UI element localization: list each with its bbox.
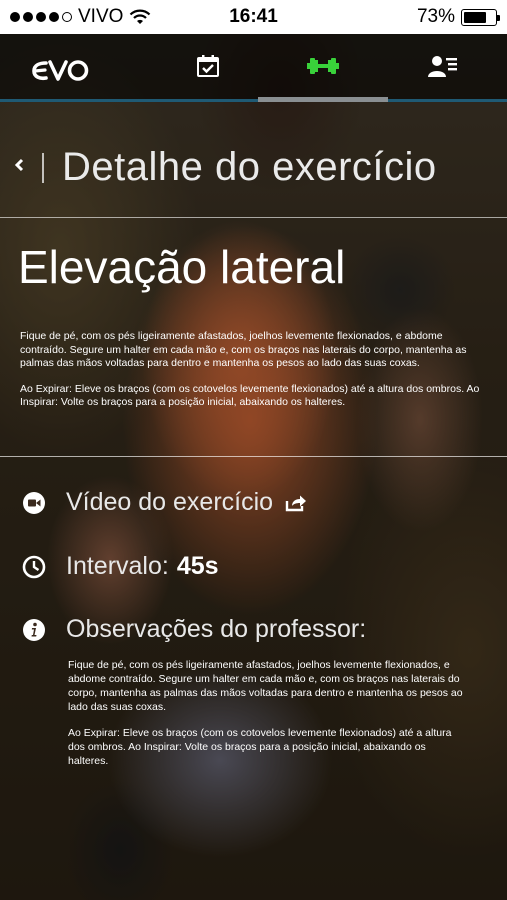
page-header: Detalhe do exercício [0, 118, 507, 218]
observations-text: Fique de pé, com os pés ligeiramente afa… [68, 658, 463, 780]
video-camera-icon [22, 491, 46, 515]
signal-dot [62, 12, 72, 22]
back-button[interactable] [14, 158, 38, 178]
battery-level [464, 11, 486, 23]
exercise-description: Fique de pé, com os pés ligeiramente afa… [20, 330, 485, 422]
signal-strength-icon [10, 12, 72, 22]
tab-workout[interactable] [258, 34, 388, 102]
interval-row: Intervalo: 45s [22, 552, 219, 581]
app-nav-bar [0, 34, 507, 102]
calendar-check-icon [196, 54, 220, 83]
tab-schedule[interactable] [143, 34, 273, 102]
video-label: Vídeo do exercício [66, 488, 274, 516]
clock: 16:41 [229, 6, 278, 27]
signal-dot [36, 12, 46, 22]
section-divider [0, 456, 507, 457]
page-title: Detalhe do exercício [62, 145, 437, 189]
header-separator [42, 152, 44, 183]
carrier-name: VIVO [78, 6, 124, 27]
share-icon[interactable] [285, 494, 307, 512]
signal-dot [10, 12, 20, 22]
battery-percent: 73% [416, 6, 455, 27]
observations-header: Observações do professor: [22, 615, 366, 644]
user-list-icon [428, 55, 458, 82]
description-paragraph: Fique de pé, com os pés ligeiramente afa… [20, 330, 467, 369]
battery-icon [461, 8, 500, 26]
dumbbell-icon [307, 56, 339, 81]
evo-logo[interactable] [30, 54, 92, 89]
interval-label: Intervalo: [66, 552, 169, 580]
clock-icon [22, 555, 46, 579]
chevron-left-icon [14, 158, 24, 177]
video-link[interactable]: Vídeo do exercício [22, 488, 307, 517]
status-bar: VIVO 16:41 73% [0, 0, 507, 34]
active-tab-indicator [258, 97, 388, 102]
observation-paragraph: Ao Expirar: Eleve os braços (com os coto… [68, 727, 452, 767]
exercise-name: Elevação lateral [18, 241, 346, 293]
tab-profile[interactable] [378, 34, 507, 102]
signal-dot [49, 12, 59, 22]
wifi-icon [129, 9, 151, 25]
observation-paragraph: Fique de pé, com os pés ligeiramente afa… [68, 659, 463, 713]
interval-value: 45s [176, 552, 219, 580]
observations-label: Observações do professor: [66, 615, 367, 643]
description-paragraph: Ao Expirar: Eleve os braços (com os coto… [20, 382, 480, 409]
signal-dot [23, 12, 33, 22]
info-icon [22, 618, 46, 642]
